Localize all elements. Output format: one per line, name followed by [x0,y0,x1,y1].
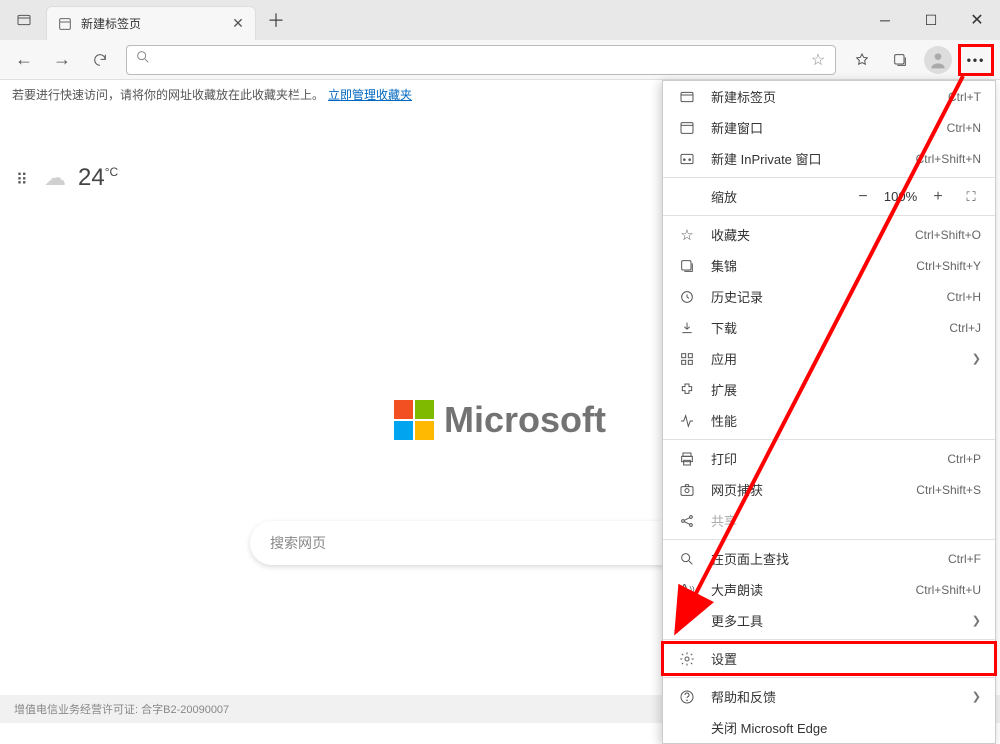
menu-zoom-row: 缩放 − 100% + ⛶ [663,181,995,212]
search-icon [133,49,153,70]
chevron-right-icon: ❯ [972,352,981,365]
zoom-label: 缩放 [711,187,848,206]
menu-performance[interactable]: 性能 [663,405,995,436]
new-tab-button[interactable]: ＋ [260,4,292,36]
share-icon [677,511,697,531]
tab-actions-button[interactable] [8,4,40,36]
license-text: 增值电信业务经营许可证: 合字B2-20090007 [14,701,229,717]
refresh-button[interactable] [82,44,118,76]
temperature: 24°C [78,164,118,192]
performance-icon [677,411,697,431]
help-icon [677,687,697,707]
star-icon: ☆ [677,225,697,245]
download-icon [677,318,697,338]
print-icon [677,449,697,469]
collections-icon [677,256,697,276]
tab-close-button[interactable]: ✕ [229,15,247,33]
read-aloud-icon: A)) [677,580,697,600]
menu-history[interactable]: 历史记录 Ctrl+H [663,281,995,312]
extensions-icon [677,380,697,400]
maximize-button[interactable]: ☐ [908,0,954,40]
menu-print[interactable]: 打印 Ctrl+P [663,443,995,474]
menu-close-edge[interactable]: 关闭 Microsoft Edge [663,712,995,743]
menu-apps[interactable]: 应用 ❯ [663,343,995,374]
search-placeholder: 搜索网页 [270,533,326,553]
zoom-in-button[interactable]: + [923,188,953,206]
menu-settings[interactable]: 设置 [663,643,995,674]
apps-icon [677,349,697,369]
minimize-button[interactable]: ─ [862,0,908,40]
forward-button[interactable]: → [44,44,80,76]
menu-new-inprivate[interactable]: 新建 InPrivate 窗口 Ctrl+Shift+N [663,143,995,174]
zoom-value: 100% [878,189,923,204]
menu-find-on-page[interactable]: 在页面上查找 Ctrl+F [663,543,995,574]
address-bar[interactable]: ☆ [126,45,836,75]
new-tab-icon [677,87,697,107]
camera-icon [677,480,697,500]
menu-more-tools[interactable]: 更多工具 ❯ [663,605,995,636]
overflow-menu: 新建标签页 Ctrl+T 新建窗口 Ctrl+N 新建 InPrivate 窗口… [662,80,996,744]
gear-icon [677,649,697,669]
page-icon [57,16,73,32]
weather-cloud-icon: ☁ [44,165,66,191]
menu-share: 共享 [663,505,995,536]
menu-web-capture[interactable]: 网页捕获 Ctrl+Shift+S [663,474,995,505]
titlebar: 新建标签页 ✕ ＋ ─ ☐ ✕ [0,0,1000,40]
tab-title: 新建标签页 [81,15,229,32]
profile-avatar[interactable] [924,46,952,74]
collections-button[interactable] [882,44,918,76]
menu-read-aloud[interactable]: A)) 大声朗读 Ctrl+Shift+U [663,574,995,605]
manage-favorites-link[interactable]: 立即管理收藏夹 [328,86,412,103]
microsoft-logo-icon [394,400,434,440]
favorites-button[interactable] [844,44,880,76]
favorites-hint-text: 若要进行快速访问，请将你的网址收藏放在此收藏夹栏上。 [12,86,324,103]
fullscreen-button[interactable]: ⛶ [961,189,981,205]
browser-tab[interactable]: 新建标签页 ✕ [46,6,256,40]
settings-menu-button[interactable]: ••• [958,44,994,76]
microsoft-logo: Microsoft [394,399,606,441]
chevron-right-icon: ❯ [972,690,981,703]
menu-downloads[interactable]: 下载 Ctrl+J [663,312,995,343]
menu-extensions[interactable]: 扩展 [663,374,995,405]
menu-collections[interactable]: 集锦 Ctrl+Shift+Y [663,250,995,281]
inprivate-icon [677,149,697,169]
favorite-star-icon[interactable]: ☆ [807,50,829,70]
find-icon [677,549,697,569]
zoom-out-button[interactable]: − [848,188,878,206]
microsoft-logo-text: Microsoft [444,399,606,441]
back-button[interactable]: ← [6,44,42,76]
history-icon [677,287,697,307]
menu-new-tab[interactable]: 新建标签页 Ctrl+T [663,81,995,112]
window-controls: ─ ☐ ✕ [862,0,1000,40]
menu-favorites[interactable]: ☆ 收藏夹 Ctrl+Shift+O [663,219,995,250]
toolbar: ← → ☆ ••• [0,40,1000,80]
weather-widget[interactable]: ⠿ ☁ 24°C [16,164,118,192]
close-window-button[interactable]: ✕ [954,0,1000,40]
new-window-icon [677,118,697,138]
chevron-right-icon: ❯ [972,614,981,627]
menu-help[interactable]: 帮助和反馈 ❯ [663,681,995,712]
menu-new-window[interactable]: 新建窗口 Ctrl+N [663,112,995,143]
apps-grid-icon[interactable]: ⠿ [16,170,32,186]
